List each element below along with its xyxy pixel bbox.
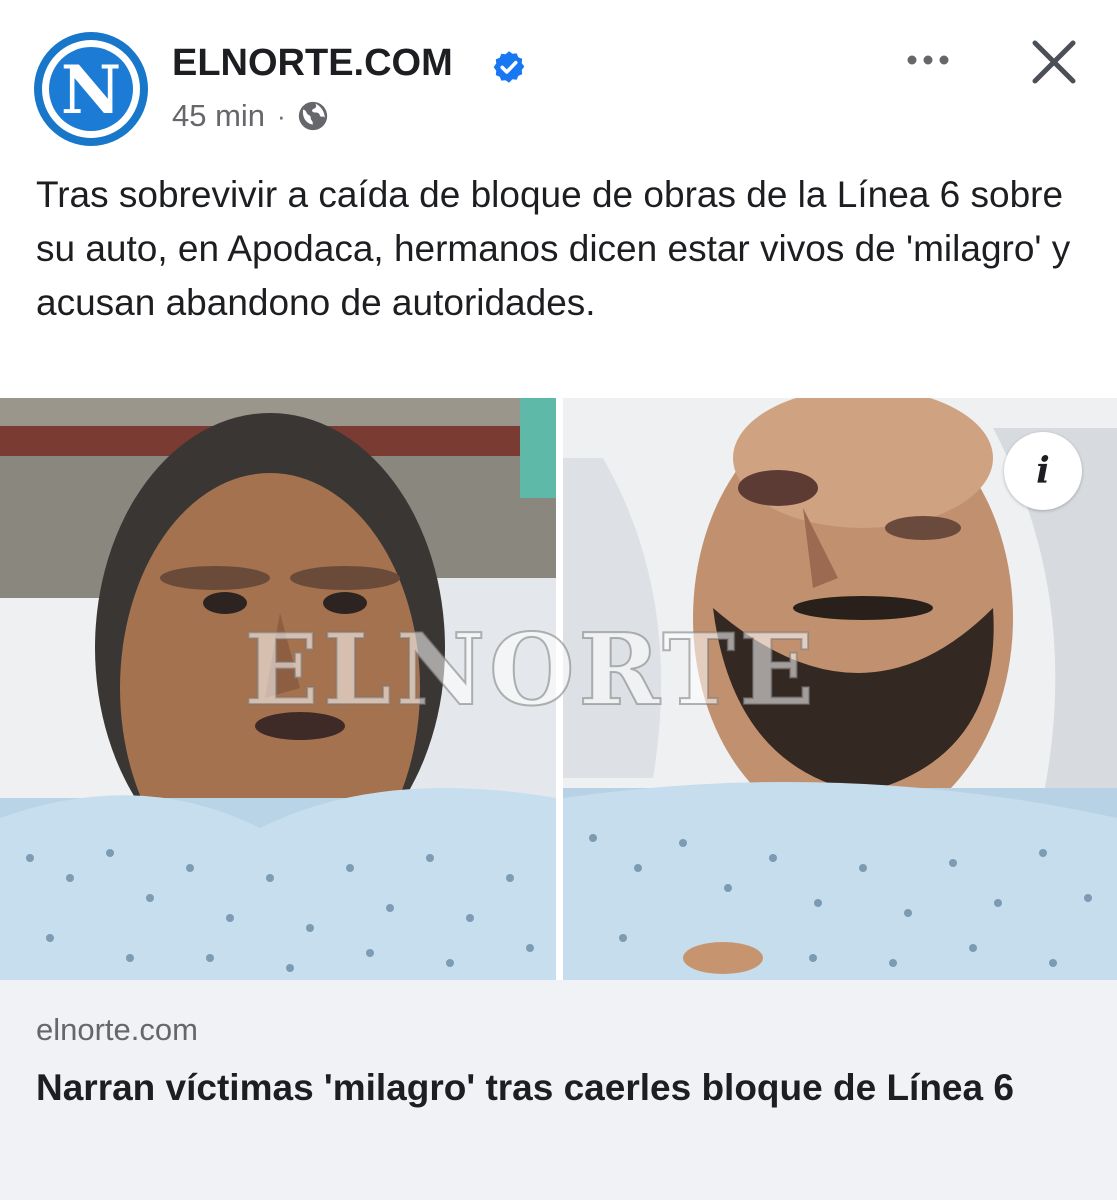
close-icon[interactable] xyxy=(1026,34,1082,90)
post-caption: Tras sobrevivir a caída de bloque de obr… xyxy=(36,174,1071,323)
post-header: N ELNORTE.COM 45 min · xyxy=(0,0,1117,160)
verified-badge-icon xyxy=(493,51,525,83)
avatar-logo-letter: N xyxy=(60,51,122,129)
globe-icon xyxy=(298,101,327,131)
post-timestamp[interactable]: 45 min xyxy=(172,98,265,134)
more-options-button[interactable] xyxy=(898,40,958,80)
page-avatar[interactable]: N xyxy=(34,32,148,146)
page-name[interactable]: ELNORTE.COM xyxy=(172,42,453,85)
post-meta: 45 min · xyxy=(172,96,330,136)
meta-separator: · xyxy=(277,100,286,131)
link-domain: elnorte.com xyxy=(36,1012,198,1047)
info-icon: i xyxy=(1036,450,1050,492)
link-title[interactable]: Narran víctimas 'milagro' tras caerles b… xyxy=(36,1062,1076,1114)
info-button[interactable]: i xyxy=(1004,432,1082,510)
image-watermark: ELNORTE xyxy=(243,613,818,728)
